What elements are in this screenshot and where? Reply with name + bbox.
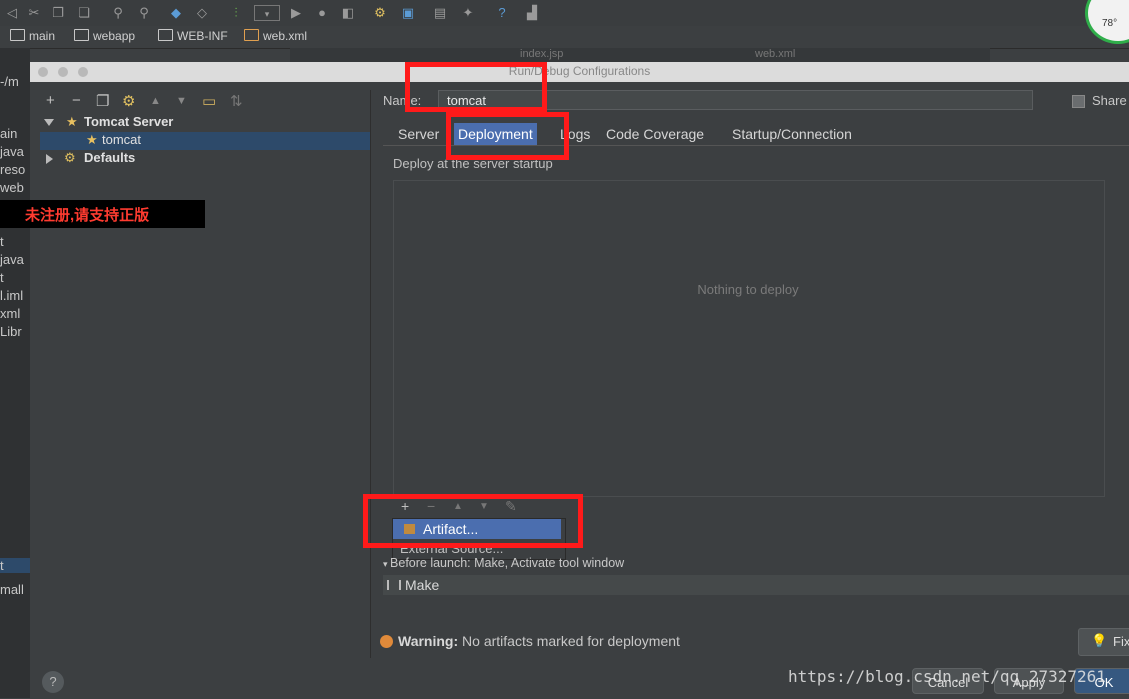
remove-icon[interactable]: −	[72, 92, 81, 109]
tree-item-defaults[interactable]: ⚙ Defaults	[40, 150, 370, 168]
gauge-text: 78°	[1102, 18, 1118, 29]
watermark-text: 未注册,请支持正版	[25, 207, 150, 224]
make-label: Make	[405, 577, 440, 593]
warning-text: No artifacts marked for deployment	[462, 633, 680, 649]
annotation-box-deployment-tab	[446, 112, 569, 160]
paste-icon[interactable]: ❏	[76, 5, 92, 21]
editor-tab-index-jsp[interactable]: index.jsp	[520, 48, 563, 60]
breadcrumb-item[interactable]: webapp	[74, 29, 135, 43]
before-launch-header[interactable]: ▾ Before launch: Make, Activate tool win…	[383, 556, 624, 570]
project-item[interactable]: t	[0, 558, 30, 573]
url-watermark: https://blog.csdn.net/qq_27327261	[788, 667, 1106, 686]
tree-item-tomcat[interactable]: ★ tomcat	[40, 132, 370, 150]
add-icon[interactable]: +	[46, 92, 55, 109]
copy-config-icon[interactable]: ❐	[96, 92, 109, 110]
project-item[interactable]: ain	[0, 126, 17, 141]
project-structure-icon[interactable]: ▣	[400, 5, 416, 21]
settings-icon[interactable]: ⚙	[372, 5, 388, 21]
project-item[interactable]: java	[0, 144, 24, 159]
folder-icon	[158, 29, 173, 41]
project-item[interactable]: xml	[0, 306, 20, 321]
breadcrumb-label: webapp	[93, 29, 136, 43]
dialog-title: Run/Debug Configurations	[508, 64, 651, 78]
run-icon[interactable]: ▶	[288, 5, 304, 21]
share-checkbox[interactable]	[1072, 95, 1085, 108]
fix-label: Fix	[1113, 634, 1129, 649]
breadcrumb-item[interactable]: web.xml	[244, 29, 307, 43]
project-item[interactable]: mall	[0, 582, 24, 597]
warning-message: Warning: No artifacts marked for deploym…	[380, 633, 680, 649]
breadcrumb: main webapp WEB-INF web.xml	[0, 26, 1129, 49]
project-item[interactable]: t	[0, 270, 4, 285]
caret-down-icon[interactable]	[44, 119, 54, 126]
warning-icon	[380, 635, 393, 648]
deployment-list[interactable]	[393, 180, 1105, 497]
project-item[interactable]: web	[0, 180, 24, 195]
folder-icon[interactable]: ▭	[202, 92, 216, 110]
fix-button[interactable]: 💡 Fix	[1078, 628, 1129, 656]
move-up-icon[interactable]: ▲	[150, 95, 161, 107]
editor-tab-web-xml[interactable]: web.xml	[755, 48, 795, 60]
warning-label: Warning:	[398, 633, 459, 649]
edit-defaults-icon[interactable]: ⚙	[122, 92, 135, 110]
folder-icon	[74, 29, 89, 41]
tomcat-icon: ★	[86, 132, 98, 147]
project-item[interactable]: l.iml	[0, 288, 23, 303]
project-item[interactable]: Libr	[0, 324, 22, 339]
tree-label: Defaults	[84, 150, 136, 165]
run-config-dropdown[interactable]: ▾	[254, 5, 280, 21]
before-launch-make-row[interactable]: Make	[383, 575, 1129, 595]
share-label: Share	[1092, 93, 1127, 108]
caret-down-icon: ▾	[383, 559, 391, 569]
breadcrumb-label: WEB-INF	[177, 29, 228, 43]
replace-icon[interactable]: ⚲	[136, 5, 152, 21]
annotation-box-artifact	[363, 494, 583, 548]
unregistered-watermark: 未注册,请支持正版	[0, 200, 205, 228]
debug-icon[interactable]: ●	[314, 5, 330, 21]
tree-label: Tomcat Server	[84, 114, 174, 129]
annotation-box-name	[405, 62, 547, 112]
toolbar-icon[interactable]: ◁	[4, 5, 20, 21]
forward-icon[interactable]: ◇	[194, 5, 210, 21]
android-icon[interactable]: ▟	[524, 5, 540, 21]
copy-icon[interactable]: ❐	[50, 5, 66, 21]
dialog-titlebar: Run/Debug Configurations	[30, 62, 1129, 82]
config-tree-panel: + − ❐ ⚙ ▲ ▼ ▭ ⇅	[40, 90, 371, 658]
find-icon[interactable]: ⚲	[110, 5, 126, 21]
project-item[interactable]: java	[0, 252, 24, 267]
cut-icon[interactable]: ✂	[26, 5, 42, 21]
caret-right-icon[interactable]	[46, 154, 53, 164]
tab-startup-connection[interactable]: Startup/Connection	[728, 123, 856, 145]
before-launch-label: Before launch: Make, Activate tool windo…	[390, 556, 625, 570]
ide-toolbar: ◁ ✂ ❐ ❏ ⚲ ⚲ ◆ ◇ ⫶ ▾ ▶ ● ◧ ⚙ ▣ ▤ ✦ ? ▟	[0, 0, 1129, 27]
breadcrumb-label: main	[29, 29, 56, 43]
plugin-icon[interactable]: ✦	[460, 5, 476, 21]
project-item[interactable]: -/m	[0, 74, 19, 89]
tab-code-coverage[interactable]: Code Coverage	[602, 123, 708, 145]
project-panel-strip: -/m ain java reso web t java t l.iml xml…	[0, 48, 30, 698]
tomcat-icon: ★	[66, 114, 78, 129]
sdk-icon[interactable]: ▤	[432, 5, 448, 21]
folder-icon	[10, 29, 25, 41]
make-icon	[387, 580, 401, 590]
move-down-icon[interactable]: ▼	[176, 95, 187, 107]
breadcrumb-item[interactable]: main	[10, 29, 55, 43]
breadcrumb-item[interactable]: WEB-INF	[158, 29, 228, 43]
breadcrumb-label: web.xml	[263, 29, 308, 43]
xml-file-icon	[244, 29, 259, 41]
back-icon[interactable]: ◆	[168, 5, 184, 21]
project-item[interactable]: t	[0, 234, 4, 249]
tree-item-tomcat-server[interactable]: ★ Tomcat Server	[40, 114, 370, 132]
help-button[interactable]: ?	[42, 671, 64, 693]
build-icon[interactable]: ⫶	[228, 5, 244, 21]
project-item[interactable]: reso	[0, 162, 25, 177]
tab-server[interactable]: Server	[394, 123, 443, 145]
bulb-icon: 💡	[1091, 633, 1108, 648]
sort-icon[interactable]: ⇅	[230, 92, 243, 110]
empty-state-text: Nothing to deploy	[697, 282, 799, 297]
help-icon[interactable]: ?	[494, 5, 510, 21]
tree-label: tomcat	[102, 132, 142, 147]
defaults-icon: ⚙	[64, 150, 76, 165]
coverage-icon[interactable]: ◧	[340, 5, 356, 21]
